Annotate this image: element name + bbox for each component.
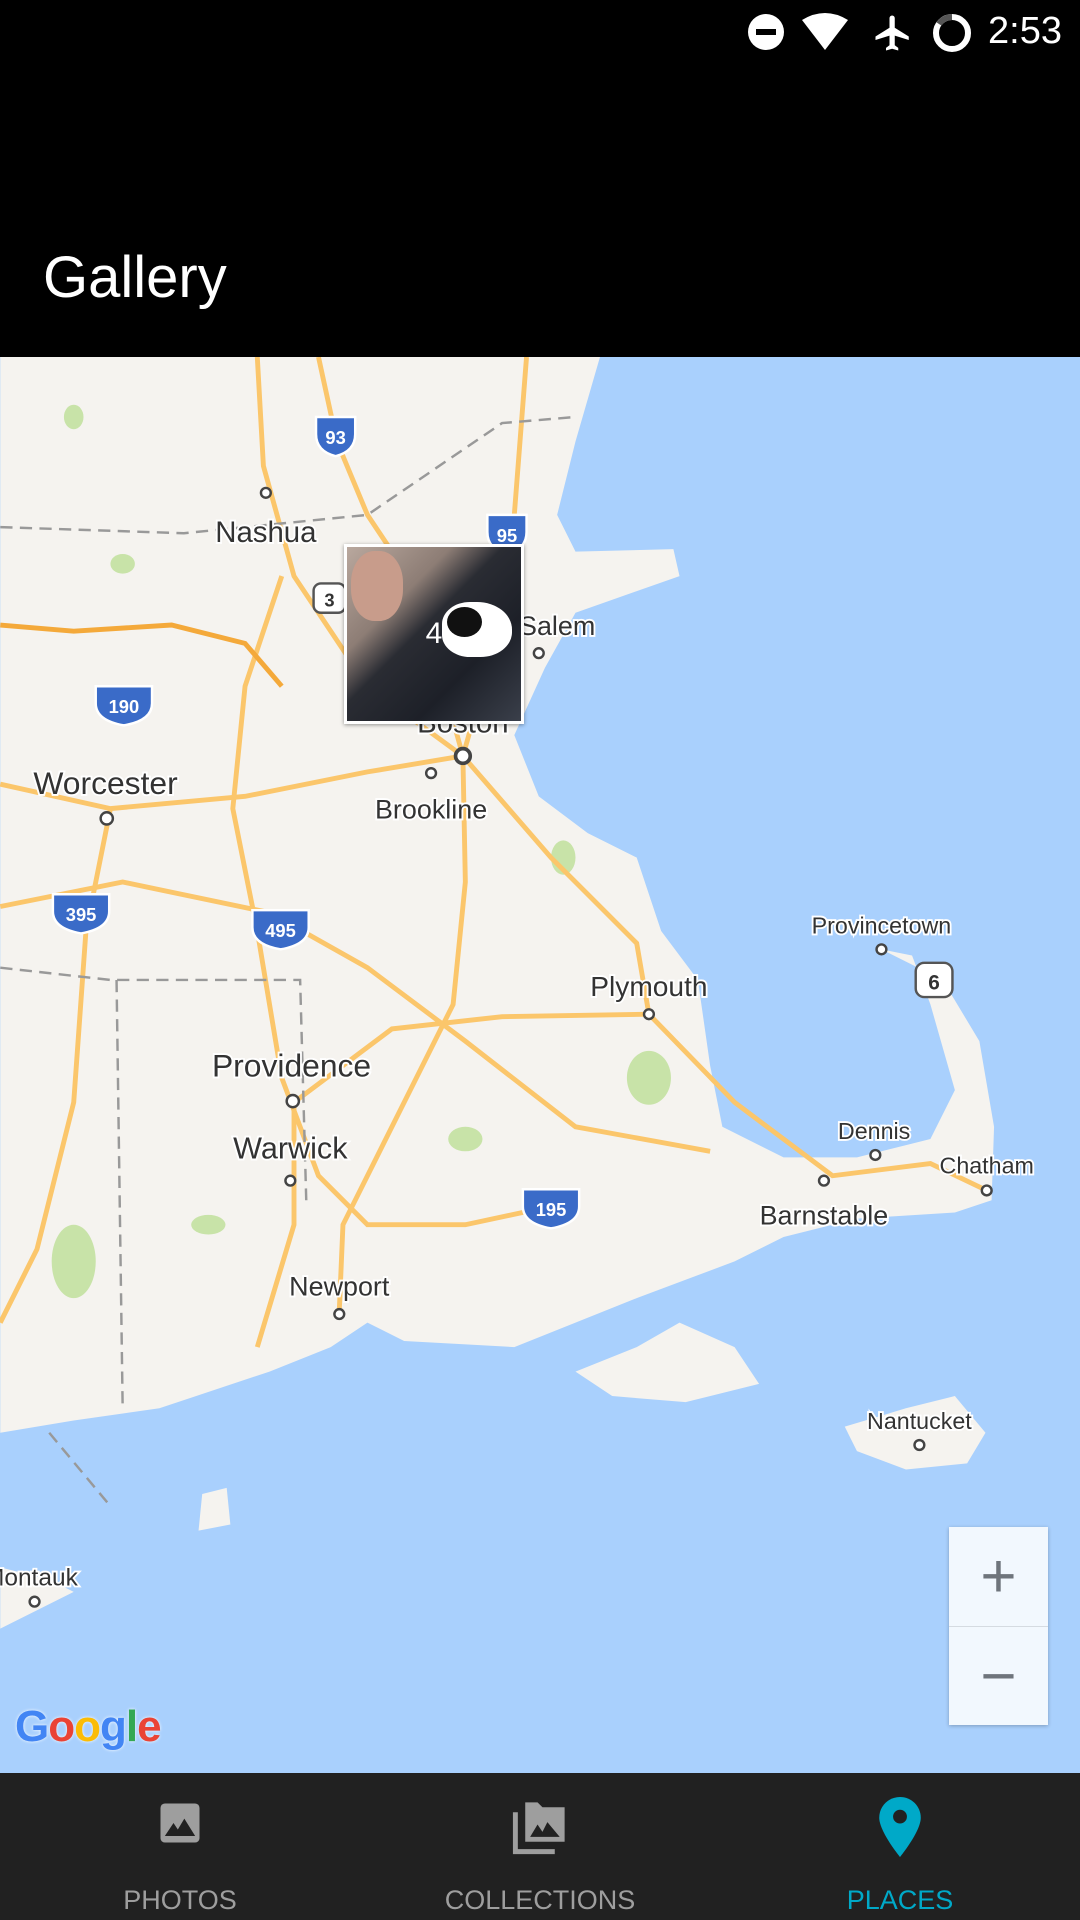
label-newport: Newport [289,1272,390,1302]
label-montauk: Montauk [0,1565,79,1592]
svg-text:6: 6 [928,972,940,995]
map-view[interactable]: 93 95 3 190 395 495 6 195 Nashua Salem B… [0,357,1080,1773]
label-provincetown: Provincetown [812,912,952,938]
photo-cluster-marker[interactable]: 4 [344,544,524,724]
svg-text:395: 395 [66,904,97,925]
nav-collections[interactable]: COLLECTIONS [360,1773,720,1920]
svg-text:190: 190 [109,696,140,717]
battery-charging-icon [933,14,971,52]
svg-text:195: 195 [536,1199,567,1220]
svg-text:93: 93 [325,427,345,448]
bottom-navigation: PHOTOS COLLECTIONS PLACES [0,1773,1080,1920]
shield-i195: 195 [521,1187,581,1230]
label-brookline: Brookline [375,794,487,824]
shield-i495: 495 [251,908,310,951]
shield-i395: 395 [51,893,111,935]
label-nashua: Nashua [215,516,317,549]
zoom-in-button[interactable]: + [949,1527,1048,1627]
label-chatham: Chatham [940,1152,1034,1178]
place-pin-icon [879,1797,921,1857]
label-worcester: Worcester [33,765,178,801]
block-island [198,1487,231,1531]
google-logo: Google [15,1702,162,1751]
label-nantucket: Nantucket [867,1408,972,1434]
shield-i93: 93 [314,415,357,458]
page-title: Gallery [43,245,227,310]
zoom-controls: + − [949,1527,1048,1725]
nav-photos-label: PHOTOS [123,1885,237,1915]
zoom-out-button[interactable]: − [949,1627,1048,1726]
airplane-icon [875,15,909,51]
collections-icon [512,1802,565,1855]
marthas-vineyard [575,1322,760,1403]
label-warwick: Warwick [233,1132,348,1166]
svg-text:95: 95 [497,525,517,546]
nav-collections-label: COLLECTIONS [444,1885,636,1915]
label-providence: Providence [212,1048,371,1084]
shield-us6: 6 [914,961,954,999]
map-canvas[interactable]: 93 95 3 190 395 495 6 195 Nashua Salem B… [0,357,1080,1773]
app-bar: Gallery [0,66,1080,357]
svg-text:495: 495 [265,920,296,941]
status-bar: 2:53 [0,0,1080,66]
nav-places[interactable]: PLACES [720,1773,1080,1920]
status-time: 2:53 [988,10,1062,52]
label-plymouth: Plymouth [590,971,707,1002]
nav-photos[interactable]: PHOTOS [0,1773,360,1920]
label-salem: Salem [519,611,595,641]
label-dennis: Dennis [838,1118,910,1144]
wifi-icon [802,13,848,50]
shield-i190: 190 [94,684,154,727]
label-barnstable: Barnstable [760,1201,889,1231]
photo-cluster-count: 4 [425,617,443,650]
nav-places-label: PLACES [846,1885,954,1915]
svg-text:3: 3 [324,590,334,611]
shield-us3: 3 [312,582,347,615]
photo-icon [160,1803,200,1843]
do-not-disturb-icon [748,14,784,50]
